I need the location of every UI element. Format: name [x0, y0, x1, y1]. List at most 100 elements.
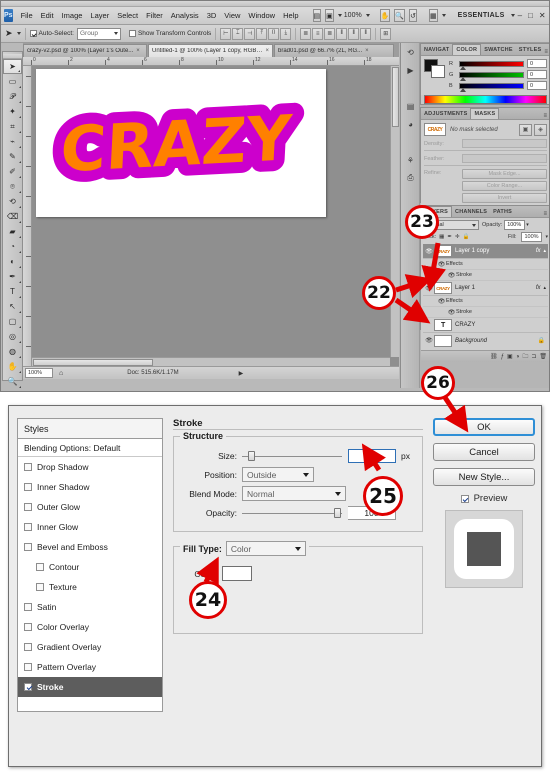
red-slider[interactable]: [459, 60, 524, 70]
distribute-left-icon[interactable]: ⦀: [336, 27, 348, 40]
size-input[interactable]: 12: [348, 448, 396, 463]
checkbox[interactable]: [36, 563, 44, 571]
blend-mode-dropdown[interactable]: Normal: [242, 486, 346, 501]
layer-row-layer-1[interactable]: 👁 CRAZY Layer 1 fx ▴: [423, 281, 548, 296]
menu-item-layer[interactable]: Layer: [86, 8, 113, 24]
density-slider[interactable]: [462, 139, 547, 148]
new-style-button[interactable]: New Style...: [433, 468, 535, 486]
maximize-button[interactable]: □: [525, 11, 536, 20]
lock-image-icon[interactable]: ✒: [447, 234, 452, 240]
layer-name[interactable]: Layer 1: [455, 285, 536, 291]
tool-history-brush[interactable]: ⟲: [3, 194, 22, 209]
slider-knob[interactable]: [460, 87, 466, 92]
slider-knob[interactable]: [460, 65, 466, 70]
layer-row-layer-1-copy[interactable]: 👁 CRAZY Layer 1 copy fx ▴: [423, 244, 548, 259]
tool-path-selection[interactable]: ↖: [3, 299, 22, 314]
document-tab-untitled-1[interactable]: Untitled-1 @ 100% (Layer 1 copy, RGB/8) …: [148, 44, 273, 57]
tab-masks[interactable]: MASKS: [470, 108, 500, 119]
distribute-center-icon[interactable]: ⦀: [348, 27, 360, 40]
tool-eyedropper[interactable]: ⌁: [3, 134, 22, 149]
style-row-stroke[interactable]: Stroke: [18, 677, 162, 697]
style-row-color-overlay[interactable]: Color Overlay: [18, 617, 162, 637]
checkbox[interactable]: [36, 583, 44, 591]
panel-menu-icon[interactable]: ≡: [543, 113, 549, 119]
histogram-icon[interactable]: ◕: [401, 115, 420, 133]
style-row-texture[interactable]: Texture: [18, 577, 162, 597]
preview-thumb-icon[interactable]: ⌂: [59, 370, 63, 377]
fill-type-dropdown[interactable]: Color: [225, 541, 306, 556]
link-layers-icon[interactable]: ⛓: [490, 353, 498, 360]
auto-select-checkbox[interactable]: [29, 30, 37, 37]
layer-effects-row[interactable]: 👁 Effects: [423, 296, 548, 307]
screen-mode-icon[interactable]: ▣: [325, 9, 334, 22]
add-layer-style-icon[interactable]: ƒ: [501, 354, 504, 360]
tab-navigator[interactable]: NAVIGAT: [421, 44, 452, 55]
layer-row-background[interactable]: 👁 Background 🔒: [423, 333, 548, 348]
lock-position-icon[interactable]: ✛: [455, 234, 460, 240]
close-button[interactable]: ✕: [536, 11, 549, 20]
expand-chevron-icon[interactable]: ▴: [543, 248, 546, 254]
style-row-pattern-overlay[interactable]: Pattern Overlay: [18, 657, 162, 677]
history-icon[interactable]: ⟲: [401, 43, 420, 61]
checkbox[interactable]: [24, 623, 32, 631]
blue-slider[interactable]: [459, 82, 524, 92]
fill-chevron-icon[interactable]: ▾: [545, 234, 548, 240]
mask-edge-button[interactable]: Mask Edge...: [462, 169, 547, 179]
checkbox[interactable]: [24, 663, 32, 671]
document-artboard[interactable]: CRAZY: [36, 69, 326, 217]
zoom-level-label[interactable]: 100%: [342, 12, 364, 19]
tab-color[interactable]: COLOR: [452, 44, 482, 55]
invert-button[interactable]: Invert: [462, 193, 547, 203]
document-tab-crazy-v2[interactable]: crazy-v2.psd @ 100% (Layer 1's Oute... ×: [23, 44, 147, 57]
color-range-button[interactable]: Color Range...: [462, 181, 547, 191]
close-icon[interactable]: ×: [365, 48, 369, 54]
menu-item-file[interactable]: File: [17, 8, 37, 24]
character-icon[interactable]: ⎙: [401, 169, 420, 187]
new-group-icon[interactable]: 🗀: [522, 352, 528, 362]
eye-icon[interactable]: 👁: [447, 309, 456, 316]
preview-checkbox[interactable]: [460, 494, 469, 503]
tool-hand[interactable]: ✋: [3, 359, 22, 374]
scrollbar-thumb[interactable]: [33, 359, 153, 366]
tool-brush[interactable]: ✐: [3, 164, 22, 179]
green-slider[interactable]: [459, 71, 524, 81]
style-row-inner-shadow[interactable]: Inner Shadow: [18, 477, 162, 497]
tool-marquee[interactable]: ▭: [3, 74, 22, 89]
slider-handle[interactable]: [334, 507, 341, 518]
checkbox[interactable]: [24, 603, 32, 611]
layer-thumbnail[interactable]: CRAZY: [434, 282, 452, 294]
status-chevron-icon[interactable]: ▶: [239, 370, 244, 377]
checkbox[interactable]: [24, 643, 32, 651]
menu-item-select[interactable]: Select: [113, 8, 142, 24]
zoom-tool-icon[interactable]: 🔍: [394, 9, 406, 22]
document-tab-brad01[interactable]: brad01.psd @ 66.7% (2L, RG... ×: [274, 44, 394, 57]
slider-knob[interactable]: [460, 76, 466, 81]
eye-icon[interactable]: 👁: [447, 272, 456, 279]
feather-slider[interactable]: [462, 154, 547, 163]
align-left-icon[interactable]: ⊢: [220, 27, 232, 40]
opacity-input[interactable]: 100%: [504, 220, 526, 230]
layer-thumbnail[interactable]: T: [434, 319, 452, 331]
arrange-documents-icon[interactable]: ▦: [429, 9, 438, 22]
mask-thumbnail[interactable]: CRAZY: [424, 123, 446, 136]
fx-icon[interactable]: fx: [536, 248, 541, 254]
close-icon[interactable]: ×: [136, 48, 140, 54]
tool-crop[interactable]: ⌗: [3, 119, 22, 134]
style-row-inner-glow[interactable]: Inner Glow: [18, 517, 162, 537]
vector-mask-icon[interactable]: ◈: [534, 123, 547, 136]
tool-pen[interactable]: ✒: [3, 269, 22, 284]
auto-select-dropdown[interactable]: Group: [76, 27, 121, 40]
distribute-right-icon[interactable]: ⦀: [360, 27, 372, 40]
menu-item-help[interactable]: Help: [279, 8, 302, 24]
tool-lasso[interactable]: 𝒫: [3, 89, 22, 104]
tab-swatches[interactable]: SWATCHE: [481, 44, 516, 55]
add-layer-mask-icon[interactable]: ▣: [507, 353, 513, 360]
layer-name[interactable]: Background: [455, 338, 538, 344]
minimize-button[interactable]: –: [515, 11, 525, 20]
align-center-h-icon[interactable]: ⌶: [232, 27, 244, 40]
tool-3d-orbit[interactable]: ◍: [3, 344, 22, 359]
layer-row-crazy-text[interactable]: T CRAZY: [423, 318, 548, 333]
tool-dodge[interactable]: ◐: [3, 254, 22, 269]
layer-effect-stroke-row[interactable]: 👁 Stroke: [423, 270, 548, 281]
tool-clone-stamp[interactable]: ⌾: [3, 179, 22, 194]
